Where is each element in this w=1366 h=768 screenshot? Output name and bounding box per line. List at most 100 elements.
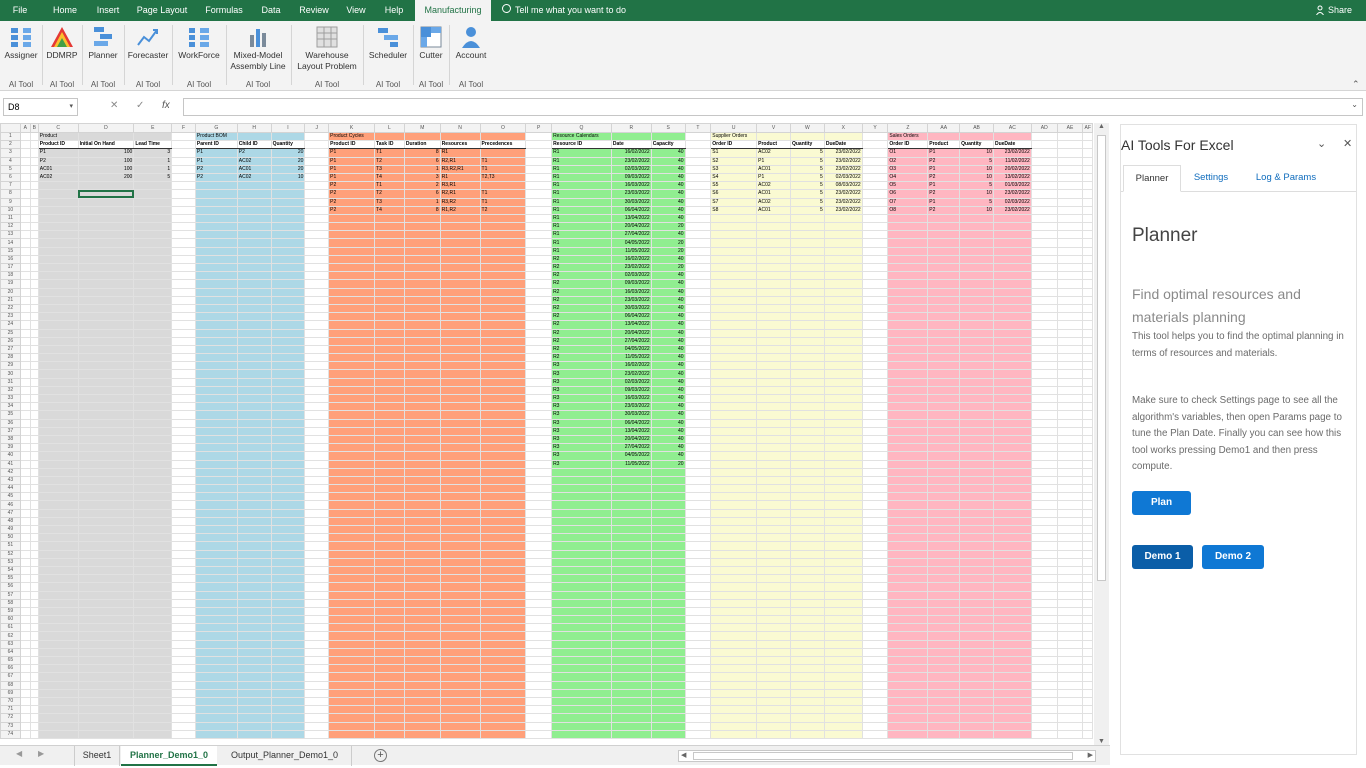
sheet-cell[interactable]: [959, 344, 994, 355]
add-sheet-button[interactable]: +: [374, 749, 387, 762]
sheet-cell[interactable]: [1082, 418, 1093, 428]
sheet-cell[interactable]: [887, 500, 929, 510]
sheet-cell[interactable]: [133, 303, 173, 314]
sheet-cell[interactable]: [304, 361, 330, 371]
sheet-cell[interactable]: [992, 541, 1032, 551]
sheet-cell[interactable]: [1056, 639, 1084, 649]
sheet-cell[interactable]: [37, 402, 79, 412]
sheet-cell[interactable]: [861, 664, 889, 674]
sheet-cell[interactable]: [29, 205, 39, 215]
sheet-cell[interactable]: [1082, 631, 1093, 641]
sheet-cell[interactable]: [19, 131, 31, 142]
sheet-cell[interactable]: [37, 385, 79, 396]
sheet-cell[interactable]: [19, 590, 31, 600]
hscroll-thumb[interactable]: [693, 752, 1073, 760]
sheet-cell[interactable]: [328, 369, 376, 379]
sheet-cell[interactable]: [439, 582, 481, 592]
sheet-cell[interactable]: [684, 655, 712, 666]
sheet-cell[interactable]: [525, 688, 553, 698]
sheet-cell[interactable]: [403, 688, 441, 698]
sheet-cell[interactable]: [37, 606, 79, 617]
sheet-cell[interactable]: [304, 582, 330, 592]
sheet-cell[interactable]: [403, 312, 441, 322]
sheet-cell[interactable]: [650, 696, 686, 707]
sheet-cell[interactable]: 40: [650, 213, 686, 224]
sheet-cell[interactable]: R3: [551, 385, 612, 396]
sheet-cell[interactable]: [861, 500, 889, 510]
sheet-cell[interactable]: [1082, 467, 1093, 477]
sheet-cell[interactable]: [439, 410, 481, 420]
sheet-cell[interactable]: [789, 508, 825, 518]
sheet-cell[interactable]: 06/04/2022: [610, 312, 652, 322]
sheet-cell[interactable]: 200: [77, 172, 135, 183]
sheet-cell[interactable]: [1056, 516, 1084, 527]
sheet-cell[interactable]: [610, 516, 652, 527]
sheet-cell[interactable]: [236, 434, 272, 445]
sheet-cell[interactable]: [861, 385, 889, 396]
sheet-cell[interactable]: [374, 328, 405, 338]
sheet-cell[interactable]: [77, 328, 135, 338]
sheet-cell[interactable]: [789, 516, 825, 527]
sheet-cell[interactable]: [1056, 500, 1084, 510]
row-header[interactable]: 65: [0, 655, 21, 666]
column-header[interactable]: V: [756, 123, 791, 133]
sheet-cell[interactable]: [992, 500, 1032, 510]
sheet-cell[interactable]: [756, 369, 791, 379]
sheet-cell[interactable]: [789, 713, 825, 723]
sheet-cell[interactable]: [756, 574, 791, 584]
sheet-cell[interactable]: [756, 533, 791, 543]
sheet-cell[interactable]: 40: [650, 410, 686, 420]
sheet-cell[interactable]: [684, 131, 712, 142]
sheet-cell[interactable]: [479, 385, 527, 396]
sheet-cell[interactable]: [133, 590, 173, 600]
sheet-cell[interactable]: [479, 312, 527, 322]
sheet-cell[interactable]: 08/03/2022: [823, 181, 863, 191]
sheet-cell[interactable]: [1030, 582, 1058, 592]
sheet-cell[interactable]: [374, 353, 405, 363]
sheet-cell[interactable]: [789, 222, 825, 232]
sheet-cell[interactable]: [959, 377, 994, 387]
sheet-cell[interactable]: [551, 664, 612, 674]
sheet-cell[interactable]: [439, 418, 481, 428]
sheet-cell[interactable]: [19, 385, 31, 396]
sheet-cell[interactable]: [650, 565, 686, 576]
sheet-cell[interactable]: 5: [789, 172, 825, 183]
sheet-cell[interactable]: [823, 696, 863, 707]
sheet-cell[interactable]: [789, 451, 825, 461]
sheet-cell[interactable]: [959, 320, 994, 330]
sheet-cell[interactable]: [194, 606, 238, 617]
sheet-cell[interactable]: [439, 451, 481, 461]
sheet-cell[interactable]: [133, 475, 173, 486]
sheet-cell[interactable]: [171, 353, 196, 363]
sheet-cell[interactable]: [403, 443, 441, 453]
sheet-cell[interactable]: [171, 262, 196, 273]
sheet-cell[interactable]: [684, 688, 712, 698]
sheet-cell[interactable]: [1056, 582, 1084, 592]
sheet-cell[interactable]: [1030, 696, 1058, 707]
sheet-cell[interactable]: [861, 418, 889, 428]
sheet-cell[interactable]: [887, 418, 929, 428]
sheet-cell[interactable]: [1082, 713, 1093, 723]
sheet-cell[interactable]: [789, 254, 825, 265]
sheet-cell[interactable]: [1056, 131, 1084, 142]
sheet-cell[interactable]: [525, 426, 553, 436]
sheet-cell[interactable]: [171, 369, 196, 379]
column-header[interactable]: G: [194, 123, 238, 133]
sheet-cell[interactable]: [304, 140, 330, 150]
sheet-cell[interactable]: T4: [374, 205, 405, 215]
sheet-cell[interactable]: [270, 189, 306, 199]
sheet-cell[interactable]: [823, 336, 863, 346]
sheet-cell[interactable]: [374, 418, 405, 428]
sheet-cell[interactable]: [194, 664, 238, 674]
sheet-cell[interactable]: [133, 549, 173, 559]
sheet-cell[interactable]: [29, 328, 39, 338]
sheet-cell[interactable]: [403, 705, 441, 715]
sheet-cell[interactable]: [328, 492, 376, 502]
sheet-cell[interactable]: 02/03/2022: [610, 377, 652, 387]
sheet-cell[interactable]: [861, 312, 889, 322]
sheet-cell[interactable]: [861, 557, 889, 567]
sheet-cell[interactable]: [479, 590, 527, 600]
sheet-cell[interactable]: [861, 434, 889, 445]
sheet-cell[interactable]: [710, 664, 758, 674]
sheet-cell[interactable]: [610, 664, 652, 674]
